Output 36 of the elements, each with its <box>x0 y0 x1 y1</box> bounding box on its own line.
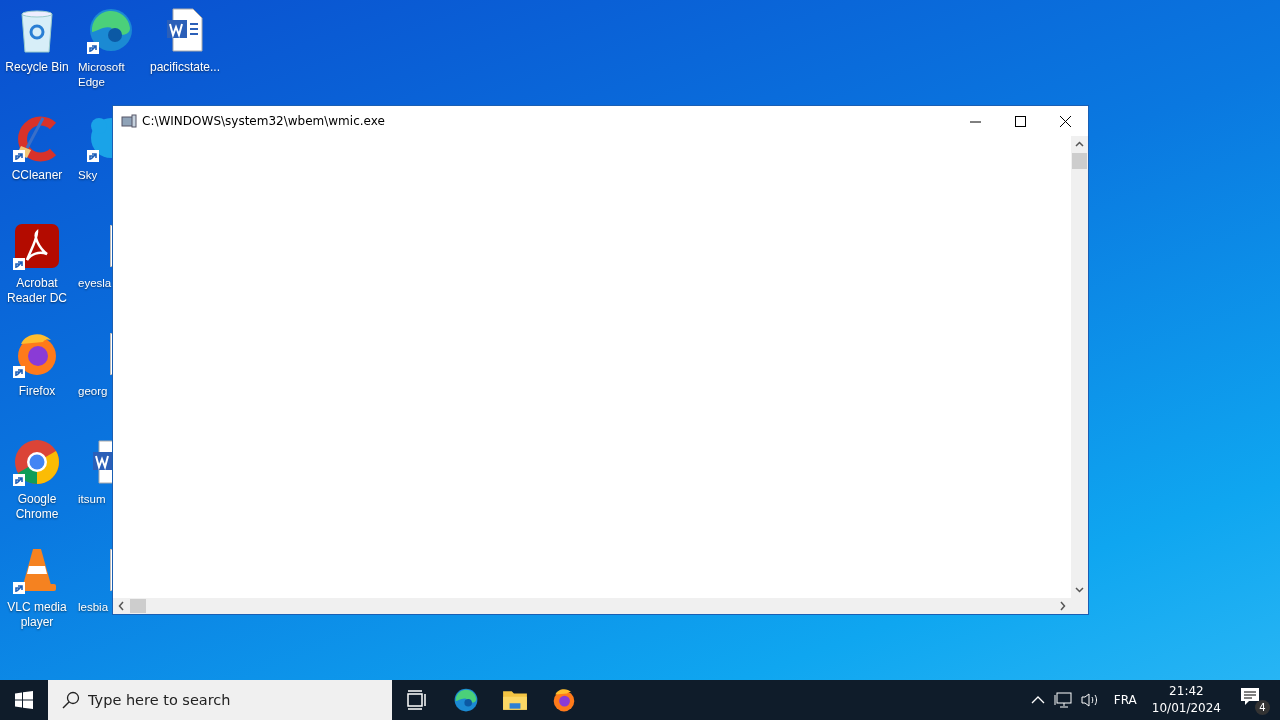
windows-logo-icon <box>15 691 33 709</box>
edge-icon <box>87 6 135 54</box>
clock-date[interactable]: 10/01/2024 <box>1151 700 1221 717</box>
search-field[interactable]: Type here to search <box>48 680 392 720</box>
desktop-icon-label[interactable]: Firefox <box>0 384 74 399</box>
task-view-icon[interactable] <box>405 690 428 710</box>
scroll-thumb[interactable] <box>130 599 146 613</box>
search-icon <box>62 691 80 709</box>
window-title: C:\WINDOWS\system32\wbem\wmic.exe <box>142 114 386 128</box>
chrome-icon <box>13 438 61 486</box>
desktop-icon-label[interactable]: Google Chrome <box>0 492 74 522</box>
notification-count: 4 <box>1255 700 1270 715</box>
desktop-icon-label[interactable]: Sky <box>78 168 98 183</box>
desktop-icon-label[interactable]: eyesla <box>78 276 112 291</box>
acrobat-icon <box>13 222 61 270</box>
desktop-icon-label[interactable]: georg <box>78 384 108 399</box>
close-icon <box>1060 115 1071 127</box>
edge-icon <box>452 687 479 713</box>
network-icon[interactable] <box>1053 692 1072 708</box>
desktop-icon-label[interactable]: Recycle Bin <box>0 60 74 75</box>
language-indicator[interactable]: FRA <box>1113 693 1137 707</box>
clock-time[interactable]: 21:42 <box>1169 683 1204 700</box>
scroll-thumb[interactable] <box>1072 153 1087 169</box>
maximize-icon <box>1015 115 1026 127</box>
speaker-icon[interactable] <box>1080 692 1099 708</box>
desktop-icon-label[interactable]: lesbia <box>78 600 109 615</box>
desktop-icon-label[interactable]: CCleaner <box>0 168 74 183</box>
console-app-icon <box>121 113 137 129</box>
vertical-scrollbar[interactable] <box>1071 136 1088 598</box>
desktop-icon-label[interactable]: Microsoft Edge <box>78 60 148 90</box>
desktop-icon-label[interactable]: VLC media player <box>0 600 74 630</box>
desktop-icon-label[interactable]: itsum <box>78 492 106 507</box>
desktop-icon-label[interactable]: Acrobat Reader DC <box>0 276 74 306</box>
desktop-icon-label[interactable]: pacificstate... <box>148 60 222 75</box>
horizontal-scrollbar[interactable] <box>113 598 1071 614</box>
chevron-up-icon[interactable] <box>1030 695 1045 705</box>
